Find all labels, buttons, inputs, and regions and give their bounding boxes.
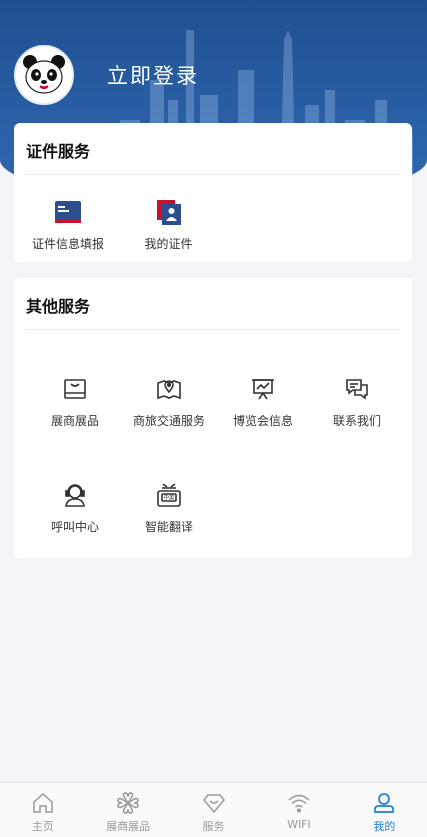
tab-home[interactable]: 主页 <box>0 783 85 837</box>
travel-transport-button[interactable]: 商旅交通服务 <box>122 374 216 429</box>
tab-mine-label: 我的 <box>373 820 396 833</box>
call-center-button[interactable]: 呼叫中心 <box>28 480 122 535</box>
call-center-label: 呼叫中心 <box>50 520 99 534</box>
presentation-board-icon <box>248 374 278 404</box>
expo-info-button[interactable]: 博览会信息 <box>216 374 310 429</box>
exhibitors-products-button[interactable]: 展商展品 <box>28 374 122 429</box>
bottom-tab-bar: 主页 展商展品 服务 WIFI 我的 <box>0 782 427 837</box>
tab-wifi[interactable]: WIFI <box>256 783 341 837</box>
tab-home-label: 主页 <box>31 820 54 833</box>
card-title: 证件服务 <box>26 142 91 161</box>
my-certificate-button[interactable]: 我的证件 <box>122 197 215 252</box>
exhibit-box-icon <box>60 374 90 404</box>
home-icon <box>32 792 53 813</box>
card-title: 其他服务 <box>26 297 91 316</box>
cert-info-form-button[interactable]: 证件信息填报 <box>14 197 122 252</box>
clover-icon <box>117 792 139 814</box>
tab-exhibitors-label: 展商展品 <box>106 820 151 833</box>
map-pin-icon <box>154 374 184 404</box>
smart-translation-label: 智能翻译 <box>144 520 193 534</box>
tab-services-label: 服务 <box>202 820 225 833</box>
tab-mine[interactable]: 我的 <box>342 783 427 837</box>
wifi-icon <box>288 794 310 813</box>
smart-translation-button[interactable]: 中英 智能翻译 <box>122 480 216 535</box>
chat-bubbles-icon <box>342 374 372 404</box>
diamond-icon <box>202 794 225 814</box>
other-services-card: 其他服务 展商展品 商旅交通服务 博览会信息 联系我们 呼叫中心 中英 智能翻译 <box>14 278 412 558</box>
certificate-services-card: 证件服务 证件信息填报 我的证件 <box>14 123 412 262</box>
divider <box>26 174 400 175</box>
panda-icon <box>23 55 65 94</box>
login-link[interactable]: 立即登录 <box>107 60 199 90</box>
tab-wifi-label: WIFI <box>287 818 311 831</box>
panda-avatar[interactable] <box>14 45 74 105</box>
call-center-icon <box>60 480 90 510</box>
tab-exhibitors[interactable]: 展商展品 <box>85 783 170 837</box>
my-certificate-icon <box>154 197 184 227</box>
tab-services[interactable]: 服务 <box>171 783 256 837</box>
contact-us-button[interactable]: 联系我们 <box>310 374 404 429</box>
divider <box>26 329 400 330</box>
translator-device-icon: 中英 <box>154 480 184 510</box>
user-icon <box>374 793 395 813</box>
cert-info-form-label: 证件信息填报 <box>31 237 104 251</box>
contact-us-label: 联系我们 <box>332 414 381 428</box>
translator-badge: 中英 <box>163 494 175 502</box>
expo-info-label: 博览会信息 <box>232 414 293 428</box>
my-certificate-label: 我的证件 <box>144 237 193 251</box>
travel-transport-label: 商旅交通服务 <box>132 414 205 428</box>
exhibitors-products-label: 展商展品 <box>50 414 99 428</box>
id-form-icon <box>53 197 83 227</box>
profile-area: 立即登录 <box>14 45 199 105</box>
